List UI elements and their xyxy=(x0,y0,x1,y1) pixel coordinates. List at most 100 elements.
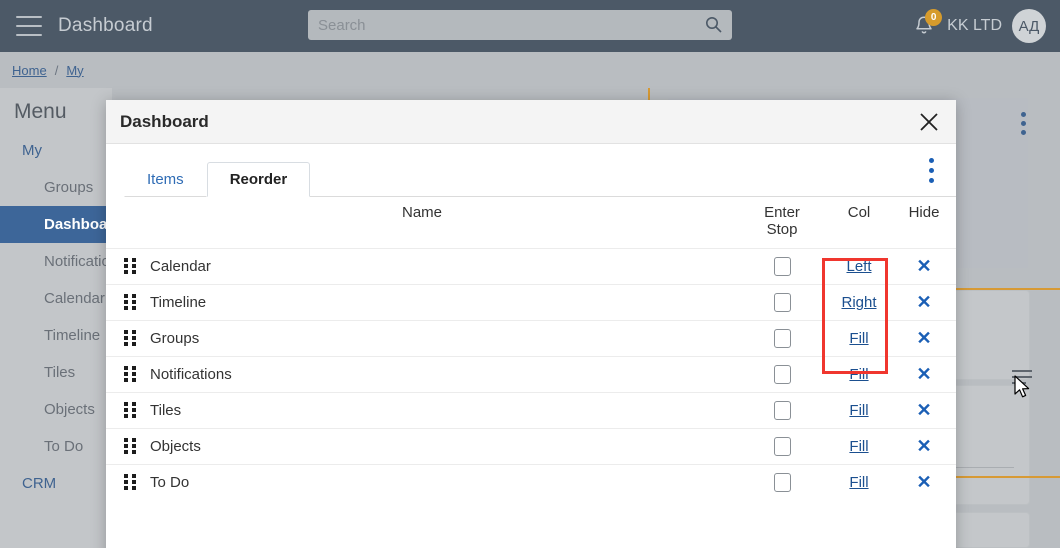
col-position-link[interactable]: Fill xyxy=(849,438,868,455)
drag-handle-icon[interactable] xyxy=(124,474,136,491)
drag-handle-icon[interactable] xyxy=(124,294,136,311)
drag-handle-icon[interactable] xyxy=(124,438,136,455)
row-name-label: To Do xyxy=(150,474,190,492)
table-body: Calendar Left ✕ Timeline Right ✕ Groups Fill ✕ No… xyxy=(106,248,956,501)
app-title: Dashboard xyxy=(58,15,153,36)
row-enter-stop-cell xyxy=(738,392,826,429)
drag-handle-icon[interactable] xyxy=(124,366,136,383)
sidebar-item-todo[interactable]: To Do xyxy=(0,428,112,465)
row-col-cell: Fill xyxy=(826,356,892,393)
row-col-cell: Fill xyxy=(826,464,892,501)
table-row[interactable]: Tiles Fill ✕ xyxy=(106,392,956,429)
table-row[interactable]: Notifications Fill ✕ xyxy=(106,356,956,393)
row-name-label: Tiles xyxy=(150,402,182,419)
row-name-cell: Notifications xyxy=(106,356,738,393)
search-input[interactable] xyxy=(308,11,732,39)
hamburger-icon[interactable] xyxy=(16,16,42,36)
sidebar-group-crm[interactable]: CRM xyxy=(0,465,112,502)
row-hide-cell: ✕ xyxy=(892,428,956,465)
sidebar-title: Menu xyxy=(14,100,67,123)
tab-items[interactable]: Items xyxy=(124,162,207,197)
sidebar-item-groups[interactable]: Groups xyxy=(0,169,112,206)
row-hide-cell: ✕ xyxy=(892,248,956,285)
breadcrumb-current-link[interactable]: My xyxy=(66,63,83,78)
enter-stop-checkbox[interactable] xyxy=(773,401,791,420)
background-widget-menu-icon[interactable] xyxy=(1021,112,1026,135)
row-hide-cell: ✕ xyxy=(892,284,956,321)
header-col: Col xyxy=(847,204,871,221)
organization-name: KK LTD xyxy=(947,17,1002,34)
sidebar-item-objects[interactable]: Objects xyxy=(0,391,112,428)
hide-remove-icon[interactable]: ✕ xyxy=(916,329,931,347)
header-enter-stop-line1: Enter xyxy=(764,204,800,221)
enter-stop-checkbox[interactable] xyxy=(773,365,791,384)
background-divider xyxy=(952,467,1014,468)
dialog-header: Dashboard xyxy=(106,100,956,144)
table-header-row: Name Enter Stop Col Hide xyxy=(106,196,956,249)
row-enter-stop-cell xyxy=(738,248,826,285)
row-name-cell: Timeline xyxy=(106,284,738,321)
table-row[interactable]: Groups Fill ✕ xyxy=(106,320,956,357)
row-hide-cell: ✕ xyxy=(892,392,956,429)
bell-icon[interactable]: 0 xyxy=(911,9,943,39)
enter-stop-checkbox[interactable] xyxy=(773,473,791,493)
sidebar-item-calendar[interactable]: Calendar xyxy=(0,280,112,317)
breadcrumb: Home / My xyxy=(0,52,1060,88)
hide-remove-icon[interactable]: ✕ xyxy=(916,257,931,275)
sidebar-item-timeline[interactable]: Timeline xyxy=(0,317,112,354)
row-col-cell: Left xyxy=(826,248,892,285)
row-name-label: Timeline xyxy=(150,294,207,311)
breadcrumb-home-link[interactable]: Home xyxy=(12,63,47,78)
col-position-link[interactable]: Left xyxy=(846,258,871,275)
row-name-cell: Groups xyxy=(106,320,738,357)
sidebar-item-dashboard[interactable]: Dashboard xyxy=(0,206,122,243)
row-enter-stop-cell xyxy=(738,284,826,321)
more-vertical-icon[interactable] xyxy=(929,158,934,183)
hide-remove-icon[interactable]: ✕ xyxy=(916,437,931,455)
enter-stop-checkbox[interactable] xyxy=(773,329,791,348)
enter-stop-checkbox[interactable] xyxy=(773,293,791,312)
enter-stop-checkbox[interactable] xyxy=(773,437,791,456)
col-position-link[interactable]: Fill xyxy=(849,402,868,419)
col-position-link[interactable]: Fill xyxy=(849,474,868,491)
list-lines-icon[interactable] xyxy=(1012,370,1032,384)
row-name-label: Notifications xyxy=(150,366,232,383)
table-row[interactable]: Calendar Left ✕ xyxy=(106,248,956,285)
sidebar-item-tiles[interactable]: Tiles xyxy=(0,354,112,391)
search-box[interactable] xyxy=(308,10,732,40)
table-row[interactable]: To Do Fill ✕ xyxy=(106,464,956,501)
col-position-link[interactable]: Fill xyxy=(849,366,868,383)
row-col-cell: Fill xyxy=(826,428,892,465)
row-hide-cell: ✕ xyxy=(892,356,956,393)
drag-handle-icon[interactable] xyxy=(124,258,136,275)
row-enter-stop-cell xyxy=(738,356,826,393)
row-name-label: Groups xyxy=(150,330,200,347)
hide-remove-icon[interactable]: ✕ xyxy=(916,401,931,419)
col-position-link[interactable]: Fill xyxy=(849,330,868,347)
row-col-cell: Fill xyxy=(826,392,892,429)
sidebar-item-notifications[interactable]: Notifications xyxy=(0,243,126,280)
row-name-cell: To Do xyxy=(106,464,738,501)
drag-handle-icon[interactable] xyxy=(124,402,136,419)
drag-handle-icon[interactable] xyxy=(124,330,136,347)
tab-reorder[interactable]: Reorder xyxy=(206,162,311,197)
row-col-cell: Fill xyxy=(826,320,892,357)
table-row[interactable]: Objects Fill ✕ xyxy=(106,428,956,465)
reorder-table: Name Enter Stop Col Hide Calendar Left ✕ Ti… xyxy=(106,196,956,501)
table-row[interactable]: Timeline Right ✕ xyxy=(106,284,956,321)
breadcrumb-separator: / xyxy=(54,62,59,78)
row-name-label: Objects xyxy=(150,438,201,455)
top-bar: Dashboard 0 KK LTD АД xyxy=(0,0,1060,52)
background-divider-accent xyxy=(948,476,1060,478)
tabs-filler xyxy=(310,145,956,197)
dashboard-reorder-dialog: Dashboard Items Reorder Name Enter Stop … xyxy=(106,100,956,548)
hide-remove-icon[interactable]: ✕ xyxy=(916,293,931,311)
search-icon[interactable] xyxy=(705,16,722,33)
enter-stop-checkbox[interactable] xyxy=(773,257,791,276)
hide-remove-icon[interactable]: ✕ xyxy=(916,473,931,491)
avatar[interactable]: АД xyxy=(1012,9,1046,43)
close-icon[interactable] xyxy=(916,109,942,135)
hide-remove-icon[interactable]: ✕ xyxy=(916,365,931,383)
sidebar-group-my[interactable]: My xyxy=(0,132,112,169)
col-position-link[interactable]: Right xyxy=(841,294,876,311)
